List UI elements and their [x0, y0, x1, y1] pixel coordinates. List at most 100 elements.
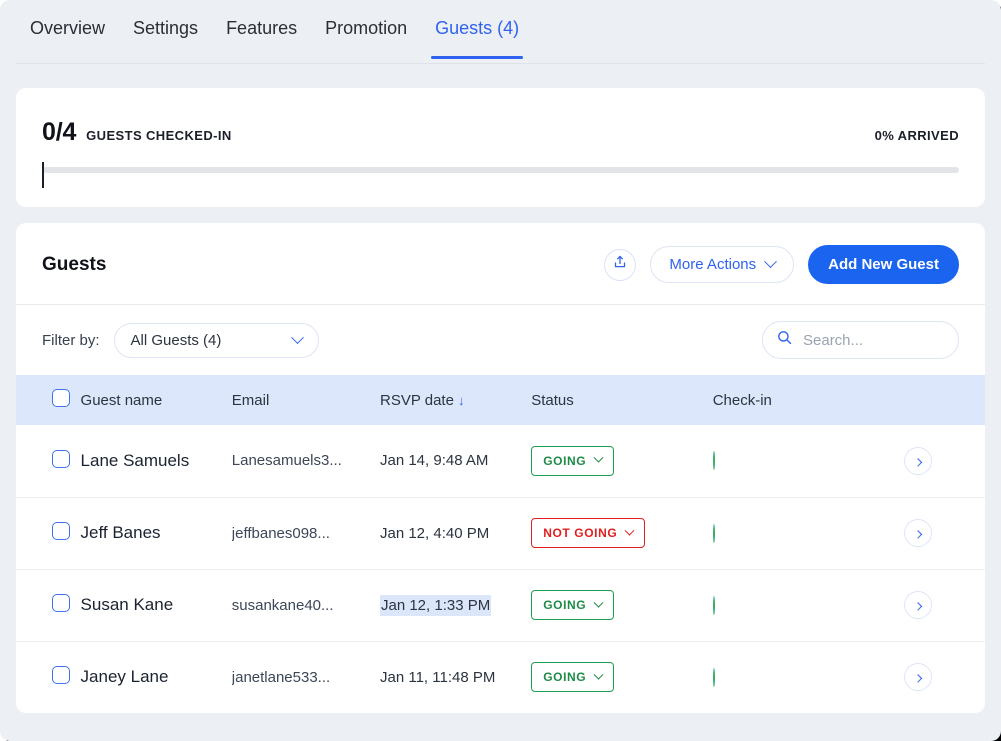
rsvp-date-cell: Jan 12, 1:33 PM	[379, 569, 532, 642]
guest-name-cell: Lane Samuels	[80, 425, 232, 498]
rsvp-date-cell: Jan 12, 4:40 PM	[379, 497, 532, 570]
more-actions-label: More Actions	[669, 256, 757, 273]
guests-table: Guest name Email RSVP date ↓ Status Check…	[16, 375, 985, 713]
status-label: NOT GOING	[543, 526, 618, 540]
column-header-email[interactable]: Email	[231, 375, 380, 425]
status-badge[interactable]: GOING	[531, 662, 615, 693]
chevron-right-icon	[914, 530, 923, 539]
row-details-button[interactable]	[904, 663, 933, 692]
row-details-button[interactable]	[904, 519, 933, 547]
progress-summary: 0/4 GUESTS CHECKED-IN	[42, 118, 232, 147]
status-label: GOING	[543, 598, 587, 612]
guest-name-cell: Janey Lane	[81, 641, 232, 713]
guest-filter-select[interactable]: All Guests (4)	[113, 322, 319, 358]
add-new-guest-button[interactable]: Add New Guest	[808, 245, 959, 284]
checkin-toggle[interactable]	[712, 451, 715, 471]
checkin-toggle[interactable]	[712, 667, 715, 687]
select-all-header	[16, 375, 81, 425]
arrived-percent-label: 0% ARRIVED	[874, 128, 959, 143]
guests-table-head: Guest name Email RSVP date ↓ Status Check…	[16, 375, 985, 425]
guest-email: Lanesamuels3...	[231, 452, 342, 470]
guest-name: Lane Samuels	[80, 450, 190, 470]
row-select-cell	[16, 425, 81, 498]
checked-in-count: 0/4	[42, 118, 77, 146]
chevron-down-icon	[593, 597, 604, 608]
guest-name-cell: Susan Kane	[80, 569, 232, 642]
checkin-toggle[interactable]	[712, 595, 715, 615]
chevron-right-icon	[914, 602, 923, 611]
rsvp-date: Jan 11, 11:48 PM	[379, 668, 496, 686]
table-header-row: Guest name Email RSVP date ↓ Status Check…	[16, 375, 985, 425]
guest-name-cell: Jeff Banes	[80, 497, 232, 570]
checkin-cell	[712, 569, 905, 642]
status-label: GOING	[543, 670, 587, 685]
guest-email: susankane40...	[231, 596, 334, 614]
chevron-right-icon	[914, 674, 923, 683]
tab-promotion[interactable]: Promotion	[311, 0, 421, 59]
checkin-toggle[interactable]	[712, 523, 715, 543]
select-all-checkbox[interactable]	[52, 389, 70, 407]
row-checkbox[interactable]	[52, 522, 70, 540]
guests-table-body: Lane Samuels Lanesamuels3... Jan 14, 9:48 …	[16, 425, 985, 713]
guest-name: Janey Lane	[80, 667, 169, 687]
column-header-rsvp-date-label: RSVP date	[379, 391, 454, 409]
guests-header-actions: More Actions Add New Guest	[604, 245, 959, 284]
status-badge[interactable]: NOT GOING	[531, 518, 646, 548]
export-guests-button[interactable]	[604, 248, 637, 281]
progress-bar	[42, 162, 959, 188]
status-badge[interactable]: GOING	[531, 590, 615, 620]
column-header-checkin[interactable]: Check-in	[712, 375, 905, 425]
guest-email-cell: jeffbanes098...	[231, 497, 380, 570]
more-actions-button[interactable]: More Actions	[650, 246, 795, 283]
row-details-button[interactable]	[904, 446, 933, 475]
filter-row: Filter by: All Guests (4)	[16, 305, 985, 375]
status-cell: GOING	[531, 569, 713, 642]
row-details-cell	[904, 641, 985, 713]
row-details-button[interactable]	[904, 591, 933, 619]
tab-settings[interactable]: Settings	[119, 0, 212, 59]
row-checkbox[interactable]	[52, 449, 70, 468]
chevron-down-icon	[764, 255, 778, 269]
guest-email-cell: janetlane533...	[232, 641, 380, 713]
search-input[interactable]	[801, 330, 944, 350]
row-checkbox[interactable]	[52, 594, 70, 612]
status-badge[interactable]: GOING	[531, 445, 615, 476]
status-label: GOING	[543, 453, 587, 468]
chevron-down-icon	[290, 330, 304, 344]
guest-name: Susan Kane	[80, 595, 174, 614]
add-new-guest-label: Add New Guest	[828, 256, 939, 273]
rsvp-date: Jan 14, 9:48 AM	[379, 452, 489, 470]
rsvp-date-cell: Jan 14, 9:48 AM	[379, 425, 532, 498]
row-details-cell	[904, 425, 985, 498]
rsvp-date: Jan 12, 1:33 PM	[379, 594, 492, 616]
rsvp-date: Jan 12, 4:40 PM	[379, 524, 490, 542]
table-row[interactable]: Jeff Banes jeffbanes098... Jan 12, 4:40 PM…	[16, 497, 985, 570]
guest-email-cell: susankane40...	[231, 569, 380, 642]
guest-email: janetlane533...	[231, 668, 331, 686]
search-icon	[777, 330, 792, 350]
guests-title: Guests	[42, 253, 107, 275]
column-header-status[interactable]: Status	[531, 375, 713, 425]
rsvp-date-cell: Jan 11, 11:48 PM	[380, 641, 531, 713]
row-details-cell	[904, 569, 985, 642]
status-cell: GOING	[531, 425, 713, 498]
search-box[interactable]	[762, 321, 959, 359]
tab-guests-4[interactable]: Guests (4)	[421, 0, 533, 59]
table-row[interactable]: Susan Kane susankane40... Jan 12, 1:33 PM G…	[16, 569, 985, 642]
tab-features[interactable]: Features	[212, 0, 311, 59]
row-checkbox[interactable]	[52, 666, 70, 685]
guest-name: Jeff Banes	[80, 523, 161, 542]
progress-header: 0/4 GUESTS CHECKED-IN 0% ARRIVED	[42, 118, 959, 147]
guest-email: jeffbanes098...	[231, 524, 330, 542]
app-window: Overview Settings Features Promotion Guests …	[0, 0, 1001, 741]
tab-overview[interactable]: Overview	[16, 0, 119, 59]
status-cell: NOT GOING	[531, 497, 713, 570]
row-select-cell	[16, 497, 81, 570]
column-header-guest-name[interactable]: Guest name	[80, 375, 232, 425]
tab-bar: Overview Settings Features Promotion Guests …	[0, 0, 1001, 64]
table-row[interactable]: Lane Samuels Lanesamuels3... Jan 14, 9:48 …	[16, 425, 985, 498]
sort-desc-icon: ↓	[457, 392, 465, 408]
column-header-rsvp-date[interactable]: RSVP date ↓	[379, 375, 532, 425]
chevron-right-icon	[914, 457, 923, 467]
table-row[interactable]: Janey Lane janetlane533... Jan 11, 11:48 P…	[16, 641, 985, 713]
